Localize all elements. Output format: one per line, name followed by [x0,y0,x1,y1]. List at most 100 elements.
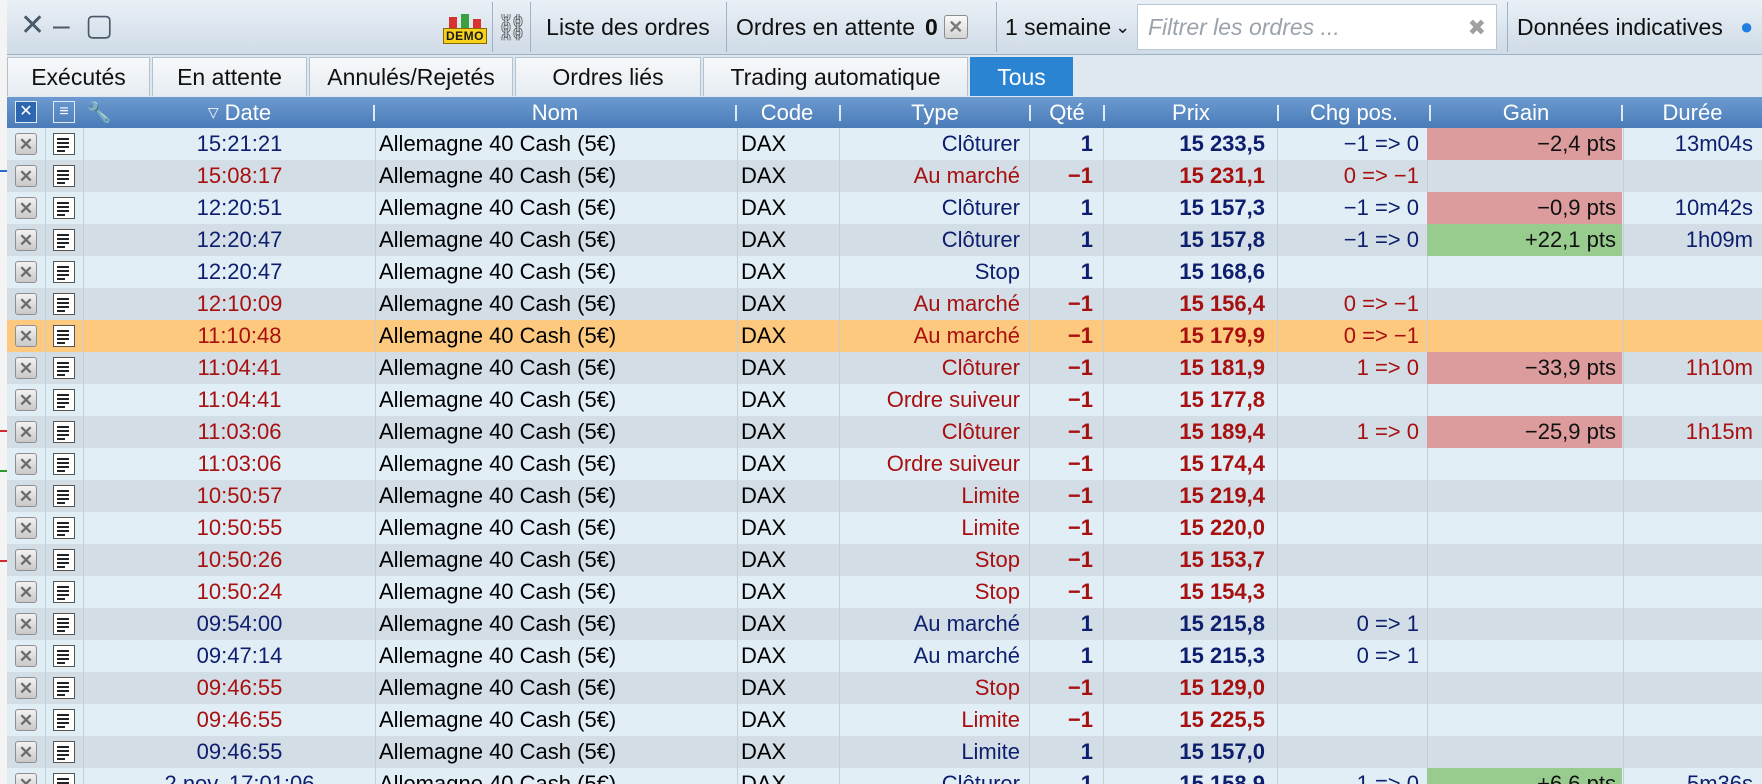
order-details-icon[interactable] [53,389,75,411]
table-row[interactable]: ✕ 10:50:24 Allemagne 40 Cash (5€) DAX Stop −1… [7,576,1762,608]
order-details-icon[interactable] [53,485,75,507]
delete-order-icon[interactable]: ✕ [15,581,37,603]
delete-order-icon[interactable]: ✕ [15,293,37,315]
table-row[interactable]: ✕ 10:50:57 Allemagne 40 Cash (5€) DAX Limite… [7,480,1762,512]
order-details-icon[interactable] [53,165,75,187]
delete-order-icon[interactable]: ✕ [15,165,37,187]
column-header-type[interactable]: Type [841,97,1029,128]
delete-order-icon[interactable]: ✕ [15,517,37,539]
delete-order-icon[interactable]: ✕ [15,485,37,507]
delete-order-icon[interactable]: ✕ [15,677,37,699]
order-details-icon[interactable] [53,645,75,667]
order-details-icon[interactable] [53,581,75,603]
delete-order-icon[interactable]: ✕ [15,325,37,347]
cell-duration [1623,544,1759,576]
minimize-icon[interactable]: – [53,11,70,41]
cell-type: Stop [974,675,1020,700]
order-details-icon[interactable] [53,613,75,635]
tab-cancelled-rejected[interactable]: Annulés/Rejetés [309,57,513,96]
link-icon[interactable]: ⛓ [496,0,529,54]
table-row[interactable]: ✕ 10:50:26 Allemagne 40 Cash (5€) DAX Stop −1… [7,544,1762,576]
column-header-name[interactable]: Nom [375,97,735,128]
column-header-duration[interactable]: Durée [1623,97,1762,128]
table-row[interactable]: ✕ 12:20:47 Allemagne 40 Cash (5€) DAX Stop 1 1… [7,256,1762,288]
cell-qty: 1 [1080,739,1093,764]
delete-order-icon[interactable]: ✕ [15,773,37,784]
tab-automatic-trading[interactable]: Trading automatique [703,57,968,96]
order-details-icon[interactable] [53,677,75,699]
order-details-icon[interactable] [53,357,75,379]
delete-order-icon[interactable]: ✕ [15,613,37,635]
delete-all-icon[interactable]: ✕ [15,101,37,123]
filter-input[interactable] [1146,12,1460,42]
order-details-icon[interactable] [53,293,75,315]
order-details-icon[interactable] [53,133,75,155]
delete-order-icon[interactable]: ✕ [15,421,37,443]
delete-order-icon[interactable]: ✕ [15,453,37,475]
delete-order-icon[interactable]: ✕ [15,133,37,155]
table-row[interactable]: ✕ 12:20:51 Allemagne 40 Cash (5€) DAX Clôtur… [7,192,1762,224]
clear-pending-icon[interactable]: ✕ [943,15,968,39]
cell-price: 15 157,0 [1179,739,1265,764]
order-details-icon[interactable] [53,741,75,763]
order-details-icon[interactable] [53,549,75,571]
tab-all[interactable]: Tous [970,57,1073,96]
order-details-icon[interactable] [53,197,75,219]
order-details-icon[interactable] [53,773,75,784]
delete-order-icon[interactable]: ✕ [15,645,37,667]
delete-order-icon[interactable]: ✕ [15,549,37,571]
table-row[interactable]: ✕ 11:04:41 Allemagne 40 Cash (5€) DAX Clôtur… [7,352,1762,384]
table-row[interactable]: ✕ 09:46:55 Allemagne 40 Cash (5€) DAX Limite… [7,704,1762,736]
period-select[interactable]: 1 semaine ⌄ [996,0,1137,54]
table-row[interactable]: ✕ 09:46:55 Allemagne 40 Cash (5€) DAX Limite… [7,736,1762,768]
delete-order-icon[interactable]: ✕ [15,197,37,219]
table-row[interactable]: ✕ 15:08:17 Allemagne 40 Cash (5€) DAX Au mar… [7,160,1762,192]
order-details-icon[interactable] [53,261,75,283]
column-header-price[interactable]: Prix [1105,97,1277,128]
pending-orders-label: Ordres en attente [736,13,915,40]
table-row[interactable]: ✕ 15:21:21 Allemagne 40 Cash (5€) DAX Clôtur… [7,128,1762,160]
table-row[interactable]: ✕ 2 nov. 17:01:06 Allemagne 40 Cash (5€) DA… [7,768,1762,784]
order-details-icon[interactable] [53,421,75,443]
table-row[interactable]: ✕ 09:54:00 Allemagne 40 Cash (5€) DAX Au mar… [7,608,1762,640]
filter-field[interactable]: ✖ [1137,4,1497,50]
order-list-button[interactable]: Liste des ordres [530,0,726,54]
table-row[interactable]: ✕ 09:46:55 Allemagne 40 Cash (5€) DAX Stop −1… [7,672,1762,704]
table-row[interactable]: ✕ 11:03:06 Allemagne 40 Cash (5€) DAX Ordre … [7,448,1762,480]
clear-filter-icon[interactable]: ✖ [1468,15,1486,41]
tab-pending[interactable]: En attente [152,57,307,96]
delete-order-icon[interactable]: ✕ [15,741,37,763]
tab-linked-orders[interactable]: Ordres liés [515,57,701,96]
delete-order-icon[interactable]: ✕ [15,229,37,251]
column-header-qty[interactable]: Qté [1031,97,1103,128]
maximize-icon[interactable]: ▢ [85,11,113,41]
order-details-icon[interactable] [53,517,75,539]
table-row[interactable]: ✕ 10:50:55 Allemagne 40 Cash (5€) DAX Limite… [7,512,1762,544]
column-header-date[interactable]: ▽ Date [107,97,372,128]
cell-chg [1279,576,1425,608]
table-row[interactable]: ✕ 11:10:48 Allemagne 40 Cash (5€) DAX Au mar… [7,320,1762,352]
delete-order-icon[interactable]: ✕ [15,261,37,283]
table-row[interactable]: ✕ 11:04:41 Allemagne 40 Cash (5€) DAX Ordre … [7,384,1762,416]
cell-price: 15 215,8 [1179,611,1265,636]
order-details-icon[interactable] [53,325,75,347]
details-all-icon[interactable]: ≡ [53,101,75,123]
delete-order-icon[interactable]: ✕ [15,389,37,411]
table-row[interactable]: ✕ 12:10:09 Allemagne 40 Cash (5€) DAX Au mar… [7,288,1762,320]
table-row[interactable]: ✕ 09:47:14 Allemagne 40 Cash (5€) DAX Au mar… [7,640,1762,672]
pending-orders-button[interactable]: Ordres en attente 0 ✕ [726,0,996,54]
table-row[interactable]: ✕ 11:03:06 Allemagne 40 Cash (5€) DAX Clôtur… [7,416,1762,448]
delete-order-icon[interactable]: ✕ [15,709,37,731]
order-details-icon[interactable] [53,453,75,475]
table-row[interactable]: ✕ 12:20:47 Allemagne 40 Cash (5€) DAX Clôtur… [7,224,1762,256]
tab-executed[interactable]: Exécutés [7,57,150,96]
delete-order-icon[interactable]: ✕ [15,357,37,379]
column-header-chg-pos[interactable]: Chg pos. [1279,97,1429,128]
close-icon[interactable]: ✕ [20,11,45,41]
column-header-code[interactable]: Code [737,97,837,128]
order-details-icon[interactable] [53,229,75,251]
order-details-icon[interactable] [53,709,75,731]
column-header-gain[interactable]: Gain [1431,97,1621,128]
cell-type: Stop [974,259,1020,284]
info-bubble-icon[interactable]: ● [1740,0,1762,54]
